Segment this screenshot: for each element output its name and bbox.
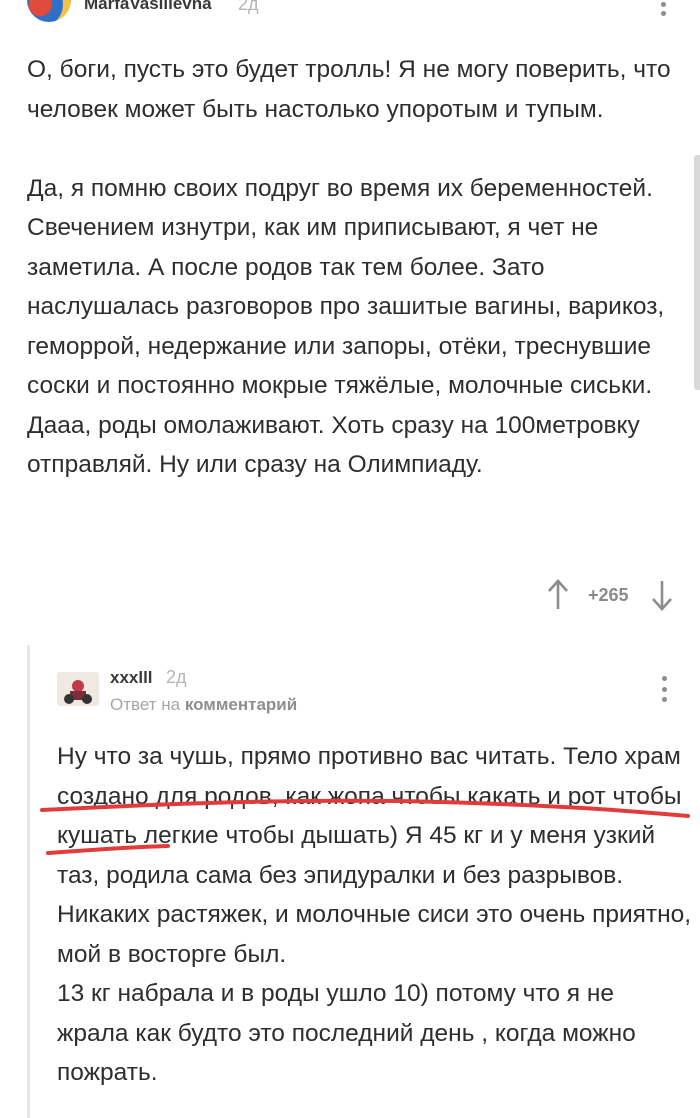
comment-author[interactable]: MarfaVasilievna	[84, 0, 212, 14]
reply-body: Ну что за чушь, прямо противно вас читат…	[57, 743, 692, 1086]
more-options-icon[interactable]	[660, 0, 666, 16]
more-options-icon[interactable]	[661, 676, 667, 702]
reply-author[interactable]: xxxlll	[110, 668, 153, 688]
comment-paragraph: О, боги, пусть это будет тролль! Я не мо…	[27, 56, 671, 123]
reply-prefix: Ответ на	[110, 695, 181, 714]
vote-controls: +265	[540, 578, 680, 614]
reply-age: 2д	[166, 667, 187, 687]
avatar[interactable]	[27, 0, 71, 22]
comment-paragraph: Да, я помню своих подруг во время их бер…	[27, 174, 665, 479]
scrollbar[interactable]	[694, 155, 700, 390]
comment-header: MarfaVasilievna 2д	[0, 0, 700, 26]
comment-body: О, боги, пусть это будет тролль! Я не мо…	[27, 50, 687, 485]
arrow-down-icon[interactable]	[650, 578, 674, 612]
comment-age: 2д	[238, 0, 259, 14]
arrow-up-icon[interactable]	[546, 578, 570, 612]
avatar[interactable]	[57, 672, 99, 706]
comment-rating: +265	[588, 585, 629, 605]
reply-target-link[interactable]: комментарий	[185, 695, 297, 714]
reply-to-label: Ответ на комментарий	[110, 695, 297, 715]
thread-line[interactable]	[27, 645, 30, 1118]
